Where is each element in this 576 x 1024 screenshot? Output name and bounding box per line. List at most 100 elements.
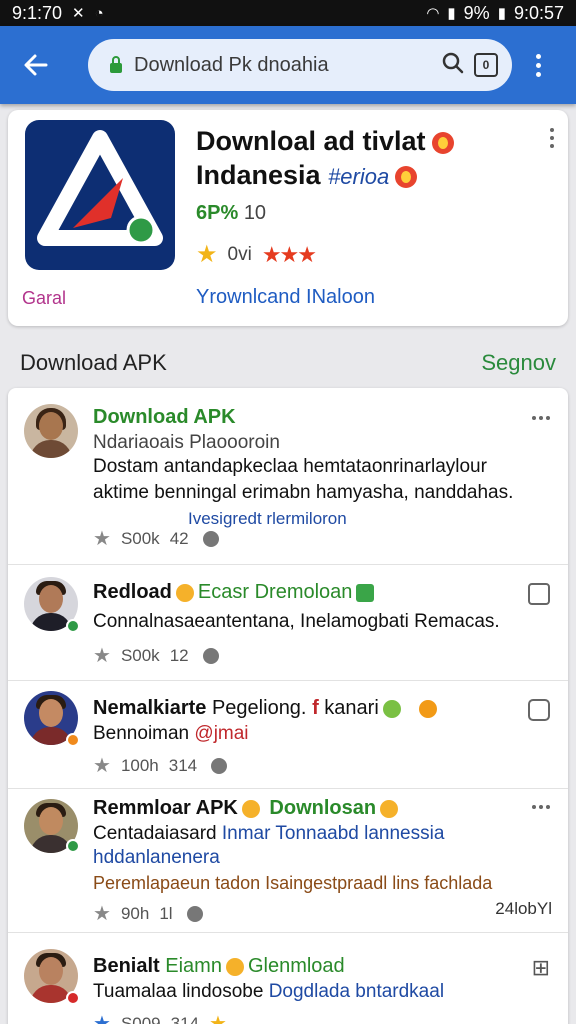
app-logo-icon (25, 120, 175, 270)
post-title: Remmloar APK Downlosan (93, 797, 402, 820)
list-item[interactable]: Download APK Ndariaoais Plaoooroin Dosta… (8, 388, 568, 564)
list-item[interactable]: Redload Ecasr Dremoloan Connalnasaeantent… (8, 564, 568, 680)
app-region: #erioa (328, 164, 390, 189)
post-body-line3: Peremlapaeun tadon Isaingestpraadl lins … (93, 873, 493, 893)
star-icon: ★ (93, 755, 111, 777)
emoji-icon (382, 699, 401, 718)
app-notification-icon: ◔ (94, 4, 104, 22)
status-badge (66, 733, 80, 747)
post-more-icon[interactable] (532, 805, 550, 809)
status-badge (66, 991, 80, 1005)
share-icon[interactable] (202, 647, 219, 664)
avatar (24, 404, 78, 458)
post-meta: ★ 90h 1l (93, 901, 203, 926)
meta-count: S009 (120, 1013, 161, 1024)
post-meta: ★ S00k 42 (93, 526, 219, 551)
share-icon[interactable] (202, 530, 219, 547)
emoji-icon (418, 699, 437, 718)
emoji-icon (175, 583, 194, 602)
app-title: Downloal ad tivlat Indanesia #erioa (196, 124, 526, 194)
post-body: Centadaiasard Inmar Tonnaabd lannessia (93, 823, 445, 844)
download-link[interactable]: Yrownlcand INaloon (196, 286, 375, 309)
online-badge (66, 619, 80, 633)
notification-icon: ✕ (72, 5, 85, 22)
section-title: Download APK (20, 350, 167, 375)
wifi-icon: ◠ (426, 5, 440, 22)
arrow-left-icon (24, 54, 48, 76)
bookmark-icon[interactable] (528, 583, 550, 605)
emoji-icon (225, 957, 244, 976)
post-body: Tuamalaa lindosobe Dogdlada bntardkaal (93, 981, 445, 1002)
lock-icon (108, 56, 124, 74)
star-icon: ★ (93, 903, 111, 925)
url-text: Download Pk dnoahia (134, 53, 329, 76)
reply-icon[interactable] (528, 699, 550, 721)
app-version: 6P% 10 (196, 202, 266, 225)
list-item[interactable]: Benialt Eiamn Glenmload Tuamalaa lindosob… (8, 932, 568, 1024)
app-tag[interactable]: Garal (22, 288, 66, 309)
post-more-icon[interactable] (532, 416, 550, 420)
post-title: Redload Ecasr Dremoloan (93, 581, 378, 604)
app-rating: ★ 0vi ★★★ (196, 240, 317, 269)
rating-text: 0vi (227, 243, 252, 265)
star-icon: ★ (196, 241, 218, 268)
app-card[interactable]: Downloal ad tivlat Indanesia #erioa 6P% … (8, 110, 568, 326)
meta-count: 90h (120, 903, 150, 923)
meta-count: S00k (120, 528, 160, 548)
meta-number: 314 (170, 1013, 200, 1024)
search-icon[interactable] (442, 52, 464, 79)
post-subtitle: Ndariaoais Plaoooroin (93, 432, 280, 453)
delete-icon[interactable]: ⊞ (532, 955, 550, 981)
fire-icon (431, 131, 454, 154)
meta-number: 314 (168, 755, 198, 775)
signal-icon: ▮ (447, 5, 456, 22)
post-meta: ★ S009 314 ★ (93, 1011, 227, 1024)
star-icon: ★ (209, 1013, 227, 1024)
meta-count: S00k (120, 645, 160, 665)
post-subtitle: Bennoiman @jmai (93, 723, 249, 744)
post-meta: ★ 100h 314 (93, 753, 228, 778)
status-time-right: 9:0:57 (513, 2, 564, 23)
back-button[interactable] (12, 41, 60, 89)
post-body-line2: hddanlanenera (93, 847, 220, 868)
emoji-icon (241, 799, 260, 818)
post-meta-right: 24lobYl (495, 899, 552, 918)
card-more-icon[interactable] (550, 128, 554, 148)
online-badge (66, 839, 80, 853)
star-icon: ★ (93, 1013, 111, 1024)
rating-stars-icon: ★★★ (261, 241, 317, 267)
app-title-line1: Downloal ad tivlat (196, 126, 426, 156)
app-title-line2: Indanesia (196, 160, 321, 190)
post-body: Dostam antandapkeclaa hemtataonrinarlayl… (93, 456, 514, 503)
post-body: Connalnasaeantentana, Inelamogbati Remac… (93, 611, 500, 632)
fire-icon (395, 165, 418, 188)
post-meta: ★ S00k 12 (93, 643, 219, 668)
status-bar: 9:1:70 ✕ ◔ ◠ ▮ 9% ▮ 9:0:57 (0, 0, 576, 26)
browser-toolbar: Download Pk dnoahia 0 (0, 26, 576, 104)
status-time-left: 9:1:70 (12, 2, 63, 23)
meta-number: 42 (169, 528, 189, 548)
tab-count-button[interactable]: 0 (474, 53, 498, 77)
share-icon[interactable] (186, 905, 203, 922)
star-icon: ★ (93, 528, 111, 550)
app-version-label: 6P% (196, 202, 239, 224)
list-item[interactable]: Nemalkiarte Pegeliong. f kanari Bennoima… (8, 680, 568, 788)
meta-count: 100h (120, 755, 159, 775)
section-header: Download APK Segnov (20, 350, 556, 376)
share-icon[interactable] (211, 757, 228, 774)
app-version-value: 10 (243, 202, 267, 224)
more-options-icon[interactable] (526, 45, 550, 85)
post-title: Nemalkiarte Pegeliong. f kanari (93, 697, 441, 720)
post-feed: Download APK Ndariaoais Plaoooroin Dosta… (8, 388, 568, 1024)
emoji-icon (356, 583, 375, 602)
star-icon: ★ (93, 645, 111, 667)
post-title: Download APK (93, 406, 236, 428)
list-item[interactable]: Remmloar APK Downlosan Centadaiasard Inm… (8, 788, 568, 932)
battery-percent: 9% (463, 2, 490, 23)
meta-number: 1l (159, 903, 173, 923)
post-title: Benialt Eiamn Glenmload (93, 955, 345, 977)
section-action-link[interactable]: Segnov (481, 350, 556, 376)
battery-icon: ▮ (497, 5, 506, 22)
emoji-icon (380, 799, 399, 818)
address-bar[interactable]: Download Pk dnoahia 0 (88, 39, 512, 91)
